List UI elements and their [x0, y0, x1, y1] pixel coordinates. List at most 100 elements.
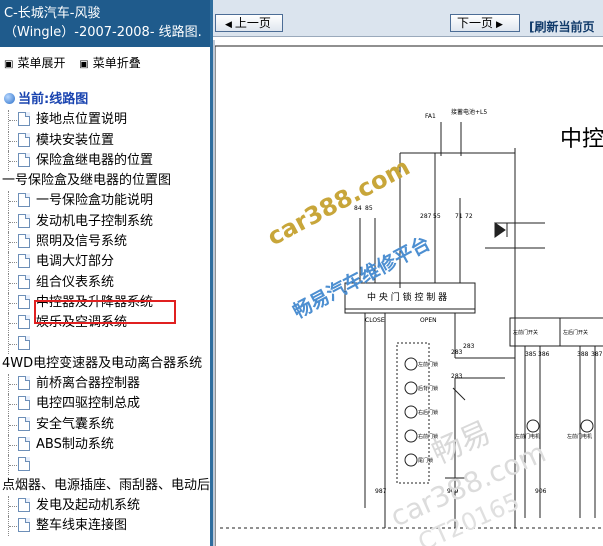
tree-item-label: 组合仪表系统 [36, 274, 115, 290]
prev-page-button[interactable]: ◀ 上一页 [215, 14, 283, 32]
tree-item[interactable]: 电调大灯部分 [0, 252, 210, 273]
square-icon: ▣ [4, 59, 14, 70]
document-icon [18, 315, 30, 330]
tree-item-label: 娱乐及空调系统 [36, 315, 128, 331]
tree-item-label: 4WD电控变速器及电动离合器系统 [2, 355, 203, 371]
tree-connector [9, 323, 17, 325]
arrow-right-icon: ▶ [496, 20, 503, 30]
document-icon [18, 234, 30, 249]
tree-group[interactable]: 一号保险盒及继电器的位置图 [0, 171, 210, 191]
tree-connector [9, 201, 17, 203]
document-icon [18, 457, 30, 472]
document-icon [18, 335, 30, 350]
tree-item[interactable]: 保险盒继电器的位置 [0, 150, 210, 171]
switch-label: 左前门开关 [513, 329, 538, 336]
tree-connector [9, 505, 17, 507]
tree-connector [9, 424, 17, 426]
tree-item[interactable] [0, 455, 210, 476]
document-icon [18, 437, 30, 452]
page-toolbar: ◀ 上一页 下一页 ▶ [刷新当前页 [213, 0, 603, 37]
document-icon [18, 213, 30, 228]
tree-item[interactable]: 娱乐及空调系统 [0, 313, 210, 334]
close-pin-label: CLOSE [365, 317, 385, 324]
tree-item[interactable] [0, 333, 210, 354]
motor-label: 尾门锁 [418, 457, 433, 464]
collapse-menu-button[interactable]: ▣ 菜单折叠 [79, 56, 140, 70]
tree-connector [9, 465, 17, 467]
document-icon [18, 132, 30, 147]
diagram-heading: 中控 [560, 127, 603, 152]
tree-connector [9, 445, 17, 447]
document-icon [18, 416, 30, 431]
tree-item[interactable]: 一号保险盒功能说明 [0, 191, 210, 212]
tree-item-label: 模块安装位置 [36, 132, 115, 148]
tree-group[interactable]: 点烟器、电源插座、雨刮器、电动后 [0, 476, 210, 496]
wiring-diagram[interactable]: 中控 中 央 门 锁 控 制 器 CLOSE OPEN FA1 接蓄电池+L5 … [215, 38, 603, 546]
fuse-label: FA1 [425, 113, 436, 120]
motor-label: 左前门锁 [418, 361, 438, 368]
tree-item-label: 电控四驱控制总成 [36, 396, 141, 412]
wire-number: 388 [577, 351, 589, 358]
document-icon [18, 254, 30, 269]
sidebar: C-长城汽车-风骏 （Wingle）-2007-2008- 线路图. ▣ 菜单展开… [0, 0, 210, 546]
menu-controls: ▣ 菜单展开 ▣ 菜单折叠 [4, 54, 151, 71]
tree-item-label: 照明及信号系统 [36, 234, 128, 250]
tree-connector [9, 120, 17, 122]
tree-item[interactable]: ABS制动系统 [0, 435, 210, 456]
tree-item-label: 点烟器、电源插座、雨刮器、电动后 [2, 477, 210, 493]
motor-label: 右后门锁 [418, 409, 438, 416]
tree-connector [9, 221, 17, 223]
document-icon [18, 152, 30, 167]
tree-item[interactable]: 前桥离合器控制器 [0, 374, 210, 395]
document-icon [18, 396, 30, 411]
tree-item[interactable]: 整车线束连接图 [0, 516, 210, 537]
document-icon [18, 497, 30, 512]
wire-number: 386 [538, 351, 550, 358]
tree-group[interactable]: 4WD电控变速器及电动离合器系统 [0, 354, 210, 374]
tree-item[interactable]: 发电及起动机系统 [0, 495, 210, 516]
tree-connector [9, 343, 17, 345]
menu-tree: 当前:线路图 接地点位置说明 模块安装位置保险盒继电器的位置一号保险盒及继电器的位… [0, 90, 210, 537]
wire-number: 85 [365, 205, 373, 212]
tree-item-label: ABS制动系统 [36, 437, 114, 453]
tree-item[interactable]: 模块安装位置 [0, 130, 210, 151]
document-icon [18, 518, 30, 533]
wire-number: 906 [535, 488, 547, 495]
square-icon: ▣ [79, 59, 89, 70]
tree-item[interactable]: 电控四驱控制总成 [0, 394, 210, 415]
wire-number: 283 [463, 343, 475, 350]
globe-icon [4, 93, 15, 104]
next-page-button[interactable]: 下一页 ▶ [450, 14, 520, 32]
tree-item[interactable]: 安全气囊系统 [0, 414, 210, 435]
tree-item[interactable]: 中控器及升降器系统 [0, 292, 210, 313]
tree-connector [9, 302, 17, 304]
document-icon [18, 376, 30, 391]
tree-item[interactable]: 组合仪表系统 [0, 272, 210, 293]
tree-item-label: 安全气囊系统 [36, 416, 115, 432]
tree-connector [9, 404, 17, 406]
wire-number: 283 [451, 373, 463, 380]
tree-connector [9, 526, 17, 528]
wire-number: 287 [420, 213, 432, 220]
motor-label: 后背门锁 [418, 385, 438, 392]
tree-item-label: 一号保险盒及继电器的位置图 [2, 173, 172, 189]
tree-item[interactable]: 照明及信号系统 [0, 232, 210, 253]
wire-number: 72 [465, 213, 473, 220]
tree-root[interactable]: 当前:线路图 [0, 90, 210, 110]
tree-root-label: 当前:线路图 [18, 92, 89, 107]
wire-number: 387 [591, 351, 603, 358]
wire-number: 283 [451, 349, 463, 356]
tree-item-label: 中控器及升降器系统 [36, 294, 154, 310]
expand-menu-button[interactable]: ▣ 菜单展开 [4, 56, 65, 70]
arrow-left-icon: ◀ [225, 20, 232, 30]
document-icon [18, 274, 30, 289]
tree-item[interactable]: 接地点位置说明 [0, 110, 210, 131]
tree-item[interactable]: 发动机电子控制系统 [0, 211, 210, 232]
tree-item-label: 发动机电子控制系统 [36, 213, 154, 229]
tree-connector [9, 384, 17, 386]
sidebar-header: C-长城汽车-风骏 （Wingle）-2007-2008- 线路图. [0, 0, 210, 47]
refresh-link[interactable]: [刷新当前页 [529, 18, 595, 35]
top-note: 接蓄电池+L5 [451, 108, 487, 116]
tree-item-label: 电调大灯部分 [36, 254, 115, 270]
next-page-label: 下一页 [457, 16, 494, 30]
